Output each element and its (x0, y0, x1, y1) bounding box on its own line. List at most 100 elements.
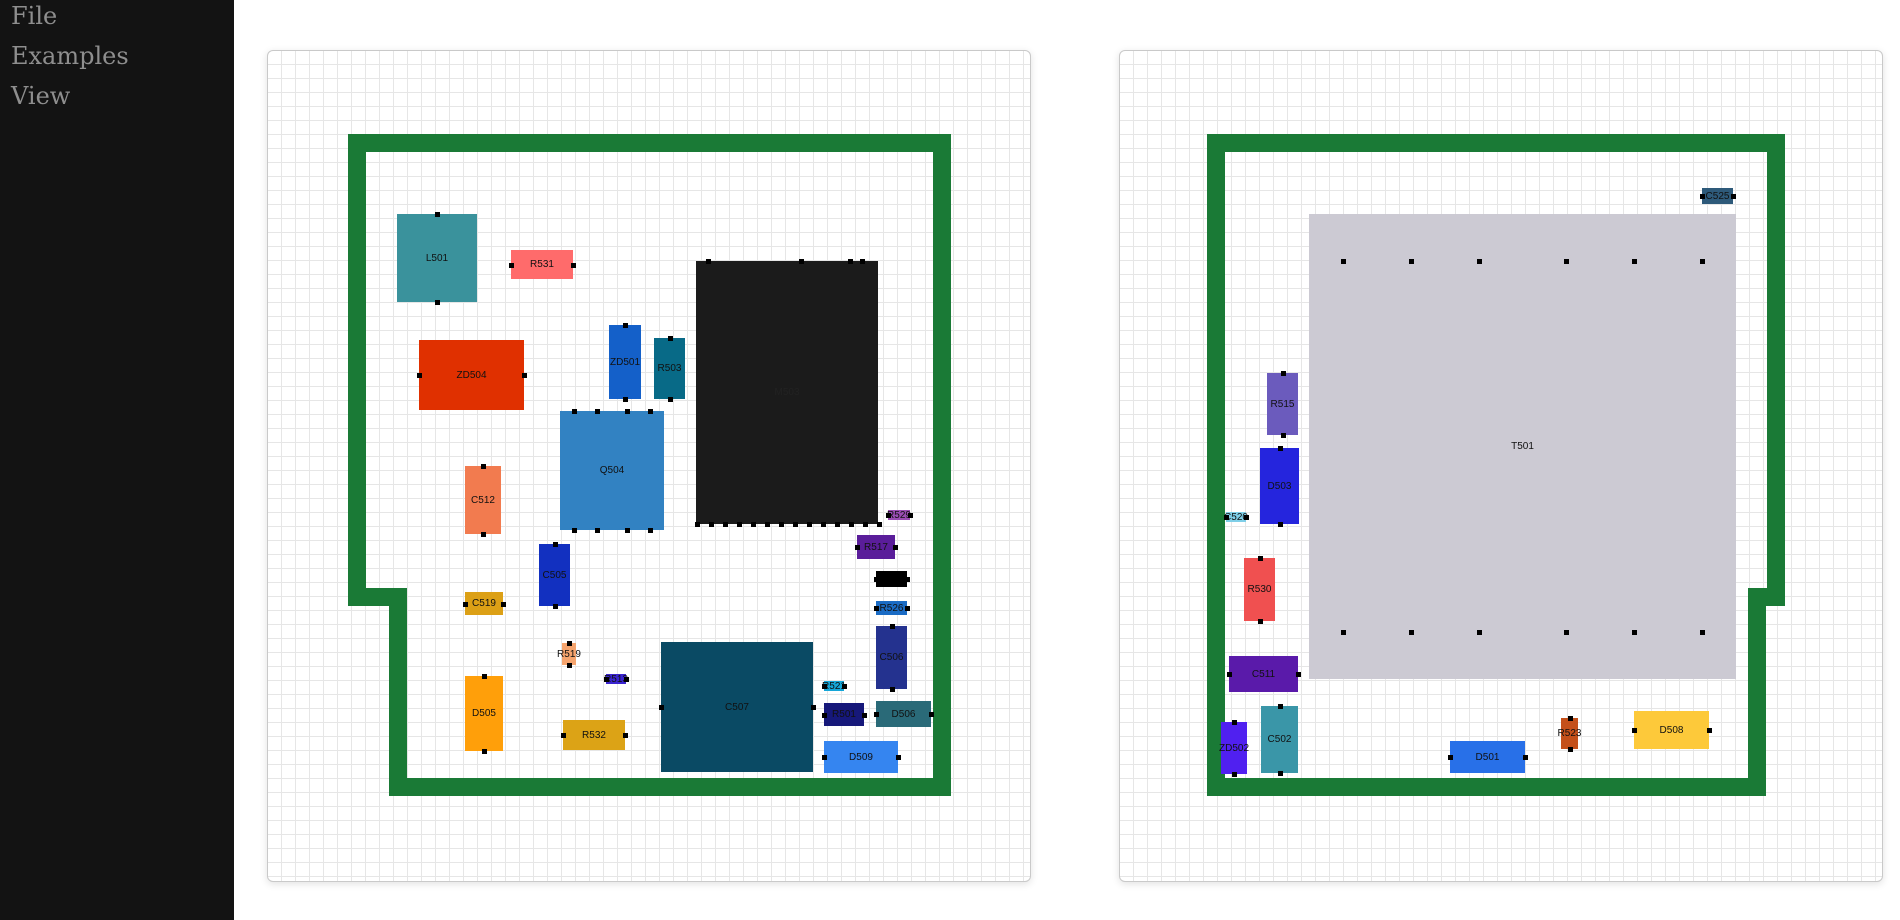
component-c502[interactable]: C502 (1261, 706, 1298, 773)
component-label: R530 (1247, 584, 1272, 595)
component-label: D506 (891, 708, 916, 720)
component-r531[interactable]: R531 (511, 250, 573, 279)
component-d505[interactable]: D505 (465, 676, 503, 751)
pin (567, 663, 572, 668)
component-c506[interactable]: C506 (876, 626, 907, 689)
pin (571, 262, 576, 268)
pin (1296, 672, 1301, 677)
component-r526[interactable]: R526 (876, 601, 907, 615)
pin (623, 733, 628, 738)
pin (821, 522, 826, 527)
pin (552, 542, 558, 547)
component-c519[interactable]: C519 (465, 592, 503, 615)
component-r513[interactable]: R513 (604, 674, 628, 685)
pin (572, 528, 577, 533)
pin (509, 262, 514, 268)
component-c512[interactable]: C512 (465, 466, 501, 534)
component-r529[interactable]: R529 (887, 510, 911, 521)
pin (1632, 630, 1637, 635)
component-m503[interactable]: M503 (696, 261, 878, 524)
pin (667, 336, 673, 341)
pin (1257, 556, 1263, 561)
component-label: C502 (1267, 734, 1292, 745)
pin (1567, 747, 1573, 752)
component-d508[interactable]: D508 (1634, 711, 1709, 749)
component-c520[interactable]: C520 (1224, 512, 1248, 523)
pin (835, 522, 840, 527)
component-d509[interactable]: D509 (824, 741, 898, 773)
menu-examples[interactable]: Examples (11, 41, 129, 71)
pin (855, 545, 860, 550)
pin (1564, 259, 1569, 264)
component-label: R532 (582, 729, 606, 741)
component-label: C525 (1705, 190, 1730, 202)
pin (463, 601, 468, 607)
component-r517[interactable]: R517 (857, 535, 895, 559)
component-zd504[interactable]: ZD504 (419, 340, 524, 410)
component-l501[interactable]: L501 (397, 214, 477, 302)
pin (765, 522, 770, 527)
component-label: R515 (1270, 398, 1295, 410)
component-unlabeled[interactable] (876, 571, 907, 587)
component-label: T501 (1511, 441, 1534, 452)
pin (595, 528, 601, 533)
component-r515[interactable]: R515 (1267, 373, 1298, 435)
pcb-canvas-right[interactable]: C525 T501 R515 D503 C520 R530 C511 ZD502 C502 D50… (1119, 50, 1883, 882)
component-label: ZD504 (456, 369, 487, 381)
component-label: R503 (657, 363, 682, 374)
component-q504[interactable]: Q504 (560, 411, 664, 530)
component-r532[interactable]: R532 (563, 720, 625, 750)
pin (695, 522, 700, 527)
pin (623, 397, 628, 402)
pin (709, 522, 714, 527)
pin (1707, 728, 1712, 733)
pin (1224, 515, 1229, 520)
pin (886, 513, 891, 518)
pin (737, 522, 742, 527)
pin (1700, 259, 1705, 264)
pin (659, 705, 664, 710)
component-r523[interactable]: R523 (1558, 718, 1581, 749)
pin (624, 677, 629, 682)
component-c505[interactable]: C505 (539, 544, 570, 606)
component-label: ZD501 (609, 356, 640, 368)
component-r501[interactable]: R501 (824, 703, 864, 726)
component-r519[interactable]: R519 (557, 643, 581, 665)
pin (624, 409, 630, 414)
component-c511[interactable]: C511 (1229, 656, 1298, 692)
component-r503[interactable]: R503 (654, 338, 685, 399)
pin (863, 522, 868, 527)
component-d501[interactable]: D501 (1450, 741, 1525, 773)
pin (848, 259, 853, 264)
component-label: D509 (849, 751, 873, 763)
component-label: C507 (725, 701, 749, 713)
pin (1632, 259, 1637, 264)
component-t501[interactable]: T501 (1309, 214, 1736, 679)
component-c525[interactable]: C525 (1702, 188, 1733, 204)
pin (822, 684, 827, 689)
pin (889, 624, 895, 629)
menu-view[interactable]: View (11, 81, 70, 111)
component-r530[interactable]: R530 (1244, 558, 1275, 621)
pin (482, 749, 487, 754)
pin (561, 733, 566, 738)
pin (1341, 630, 1346, 635)
component-zd501[interactable]: ZD501 (609, 325, 641, 399)
component-d503[interactable]: D503 (1260, 448, 1299, 524)
component-r521[interactable]: R521 (822, 681, 846, 692)
component-d506[interactable]: D506 (876, 701, 931, 727)
pcb-canvas-left[interactable]: L501 R531 ZD504 ZD501 R503 M503 Q504 C512 C505 R5… (267, 50, 1031, 882)
component-c507[interactable]: C507 (661, 642, 813, 772)
pin (893, 545, 898, 550)
pin (595, 409, 601, 414)
pin (822, 712, 827, 718)
pin (1448, 755, 1453, 760)
pin (811, 705, 816, 710)
component-zd502[interactable]: ZD502 (1219, 722, 1249, 774)
menu-file[interactable]: File (11, 1, 57, 31)
pin (522, 373, 527, 378)
pin (501, 601, 506, 607)
component-label: Q504 (599, 465, 625, 476)
pin (889, 687, 895, 692)
pin (799, 259, 804, 264)
